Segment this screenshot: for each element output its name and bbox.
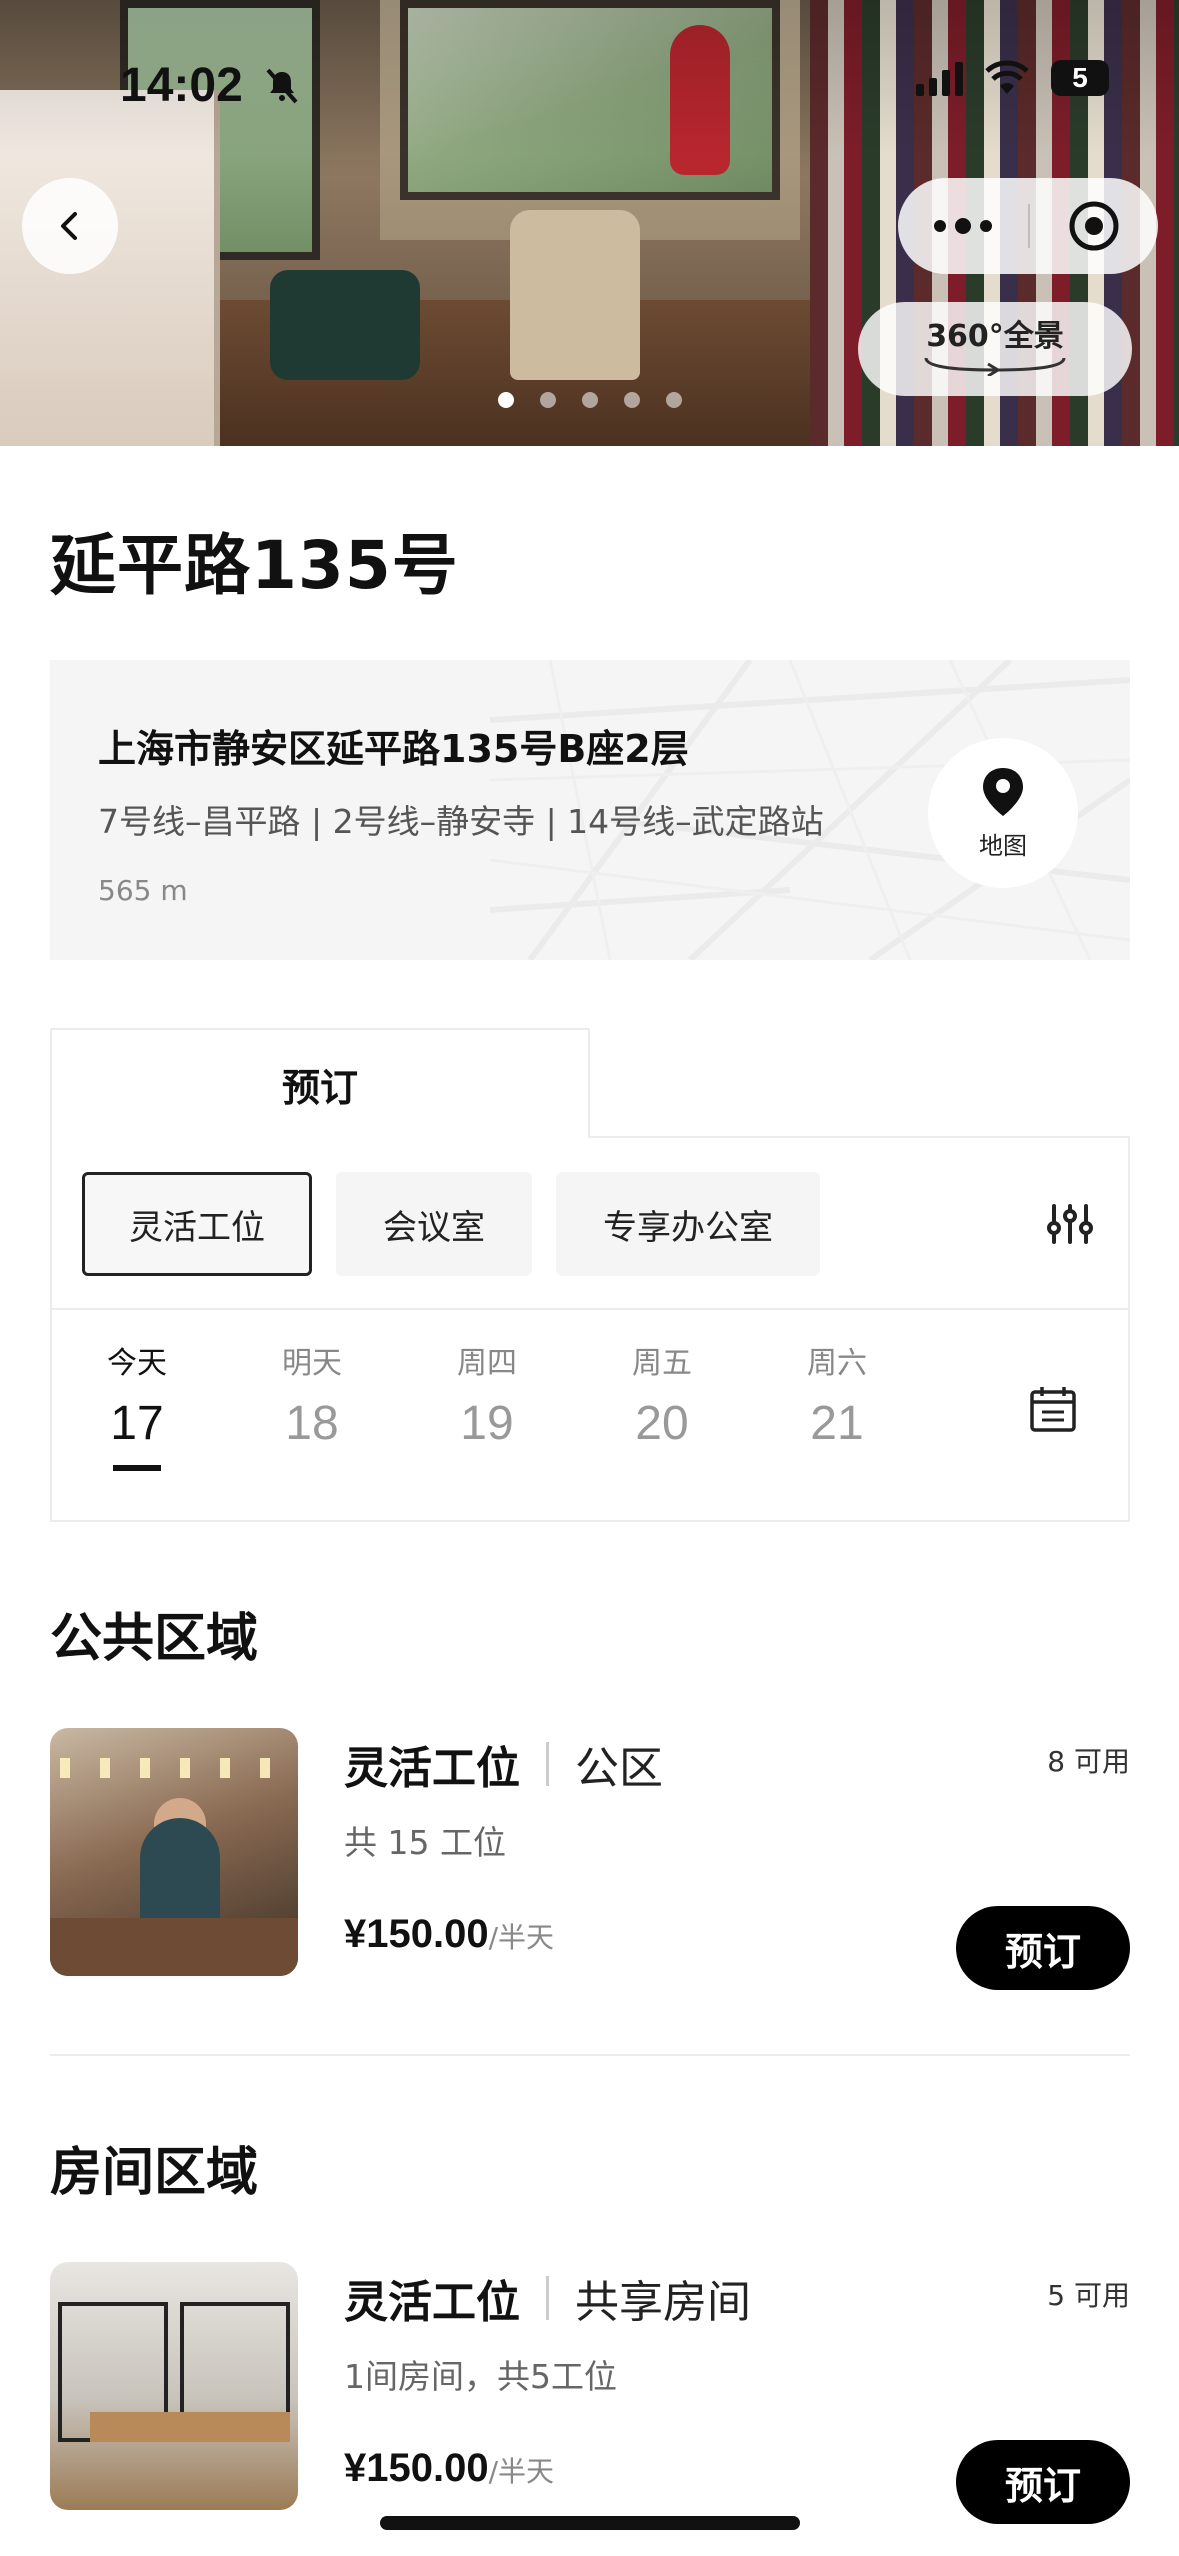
page-dot[interactable] — [539, 392, 556, 408]
item-thumbnail — [50, 2262, 298, 2510]
item-description: 共 15 工位 — [344, 1823, 506, 1862]
date-day: 17 — [110, 1397, 164, 1450]
date-weekday: 周五 — [632, 1346, 692, 1381]
chip-private-office[interactable]: 专享办公室 — [556, 1172, 820, 1276]
date-item-today[interactable]: 今天 17 — [102, 1338, 277, 1471]
distance-text: 565 m — [98, 874, 188, 907]
more-dot-icon — [934, 220, 946, 232]
item-price: ¥150.00/半天 — [344, 1912, 555, 1956]
selected-date-underline — [113, 1465, 161, 1471]
cellular-signal-icon — [916, 60, 963, 96]
date-weekday: 周六 — [807, 1346, 867, 1381]
date-weekday: 周四 — [457, 1346, 517, 1381]
section-title-room: 房间区域 — [50, 2143, 259, 2203]
mini-program-capsule — [898, 178, 1158, 274]
section-divider — [50, 2054, 1130, 2056]
panorama-360-button[interactable]: 360°全景 — [858, 302, 1132, 396]
page-dot[interactable] — [497, 392, 514, 408]
page-dot[interactable] — [581, 392, 598, 408]
date-weekday: 明天 — [282, 1346, 342, 1381]
item-name: 灵活工位 共享房间 — [344, 2266, 751, 2330]
item-type: 公区 — [575, 1743, 663, 1794]
back-button[interactable] — [22, 178, 118, 274]
target-circle-icon — [1069, 201, 1119, 251]
price-unit: /半天 — [488, 1921, 555, 1954]
price-unit: /半天 — [488, 2455, 555, 2488]
list-item-room-desk[interactable]: 灵活工位 共享房间 5 可用 1间房间，共5工位 ¥150.00/半天 预订 — [50, 2262, 1130, 2524]
status-time: 14:02 — [120, 59, 243, 112]
item-title: 灵活工位 — [344, 2277, 520, 2328]
metro-lines: 7号线–昌平路 | 2号线–静安寺 | 14号线–武定路站 — [98, 802, 824, 841]
map-button[interactable]: 地图 — [928, 738, 1078, 888]
address-text: 上海市静安区延平路135号B座2层 — [98, 727, 689, 771]
battery-indicator: 5 — [1051, 60, 1109, 96]
item-type: 共享房间 — [575, 2277, 751, 2328]
item-name: 灵活工位 公区 — [344, 1732, 663, 1796]
availability-count: 5 可用 — [1047, 2279, 1130, 2312]
chip-meeting-room[interactable]: 会议室 — [336, 1172, 532, 1276]
wifi-icon — [985, 60, 1029, 94]
booking-panel: 灵活工位 会议室 专享办公室 今天 17 明天 18 周四 19 周五 20 周… — [50, 1136, 1130, 1522]
date-day: 20 — [635, 1397, 689, 1450]
page-dot[interactable] — [665, 392, 682, 408]
category-chips: 灵活工位 会议室 专享办公室 — [82, 1172, 820, 1276]
date-day: 21 — [810, 1397, 864, 1450]
silent-bell-icon — [266, 68, 298, 104]
rotate-360-icon — [924, 357, 1066, 376]
status-icons: 5 — [916, 60, 1109, 96]
page-title: 延平路135号 — [50, 527, 459, 604]
date-item[interactable]: 周四 19 — [452, 1338, 627, 1471]
date-day: 18 — [285, 1397, 339, 1450]
date-selector: 今天 17 明天 18 周四 19 周五 20 周六 21 — [102, 1338, 977, 1471]
hero-pagination — [0, 392, 1179, 408]
chevron-left-icon — [61, 212, 77, 240]
list-item-public-desk[interactable]: 灵活工位 公区 8 可用 共 15 工位 ¥150.00/半天 预订 — [50, 1728, 1130, 1990]
panorama-label: 360°全景 — [926, 319, 1064, 354]
date-item[interactable]: 明天 18 — [277, 1338, 452, 1471]
date-item[interactable]: 周六 21 — [802, 1338, 977, 1471]
item-description: 1间房间，共5工位 — [344, 2357, 617, 2396]
location-pin-icon — [983, 767, 1023, 816]
tab-booking[interactable]: 预订 — [50, 1028, 590, 1138]
chip-flexible-desk[interactable]: 灵活工位 — [82, 1172, 312, 1276]
date-item[interactable]: 周五 20 — [627, 1338, 802, 1471]
availability-count: 8 可用 — [1047, 1745, 1130, 1778]
close-mini-program-button[interactable] — [1030, 198, 1158, 254]
item-price: ¥150.00/半天 — [344, 2446, 555, 2490]
more-menu-button[interactable] — [898, 218, 1028, 234]
item-thumbnail — [50, 1728, 298, 1976]
date-weekday: 今天 — [107, 1346, 167, 1381]
map-label: 地图 — [979, 831, 1027, 860]
book-button[interactable]: 预订 — [956, 1906, 1130, 1990]
date-day: 19 — [460, 1397, 514, 1450]
item-title: 灵活工位 — [344, 1743, 520, 1794]
address-card[interactable]: 上海市静安区延平路135号B座2层 7号线–昌平路 | 2号线–静安寺 | 14… — [50, 660, 1130, 960]
home-indicator[interactable] — [380, 2516, 800, 2530]
calendar-icon[interactable] — [1028, 1384, 1078, 1434]
page-dot[interactable] — [623, 392, 640, 408]
book-button[interactable]: 预订 — [956, 2440, 1130, 2524]
section-title-public: 公共区域 — [50, 1609, 259, 1669]
filter-icon[interactable] — [1046, 1200, 1094, 1248]
